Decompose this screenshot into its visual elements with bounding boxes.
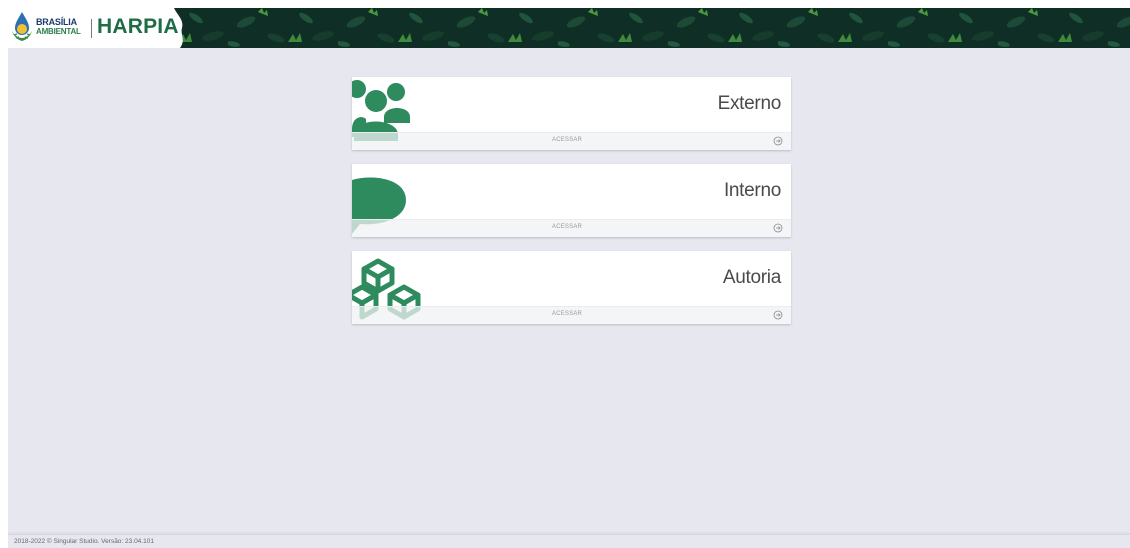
arrow-circle-right-icon[interactable] — [773, 136, 783, 146]
brand-wordmark: BRASÍLIA AMBIENTAL — [36, 17, 81, 37]
card-action-bar[interactable]: ACESSAR — [352, 132, 791, 150]
copyright-version-text: 2018-2022 © Singular Studio. Versão: 23.… — [14, 538, 154, 545]
brand-logo[interactable]: BRASÍLIA AMBIENTAL HARPIA — [8, 8, 190, 48]
card-action-bar[interactable]: ACESSAR — [352, 306, 791, 324]
brasilia-ambiental-emblem-icon — [12, 12, 32, 41]
card-title: Externo — [717, 93, 782, 114]
brand-line-2: AMBIENTAL — [36, 27, 81, 36]
card-title: Interno — [723, 180, 781, 201]
top-header: BRASÍLIA AMBIENTAL HARPIA — [8, 8, 1130, 48]
page-footer: 2018-2022 © Singular Studio. Versão: 23.… — [8, 534, 1130, 548]
access-cards-list: Externo ACESSAR Interno ACESSAR Autoria … — [352, 77, 791, 338]
card-action-bar[interactable]: ACESSAR — [352, 219, 791, 237]
arrow-circle-right-icon[interactable] — [773, 310, 783, 320]
arrow-circle-right-icon[interactable] — [773, 223, 783, 233]
card-externo[interactable]: Externo ACESSAR — [352, 77, 791, 150]
card-autoria[interactable]: Autoria ACESSAR — [352, 251, 791, 324]
brand-line-1: BRASÍLIA — [36, 17, 77, 27]
access-link[interactable]: ACESSAR — [552, 137, 582, 143]
brand-divider — [91, 19, 92, 38]
access-link[interactable]: ACESSAR — [552, 224, 582, 230]
access-link[interactable]: ACESSAR — [552, 311, 582, 317]
card-interno[interactable]: Interno ACESSAR — [352, 164, 791, 237]
card-title: Autoria — [722, 267, 781, 288]
app-frame: BRASÍLIA AMBIENTAL HARPIA Externo ACESSA… — [8, 8, 1130, 548]
app-name: HARPIA — [97, 15, 179, 38]
